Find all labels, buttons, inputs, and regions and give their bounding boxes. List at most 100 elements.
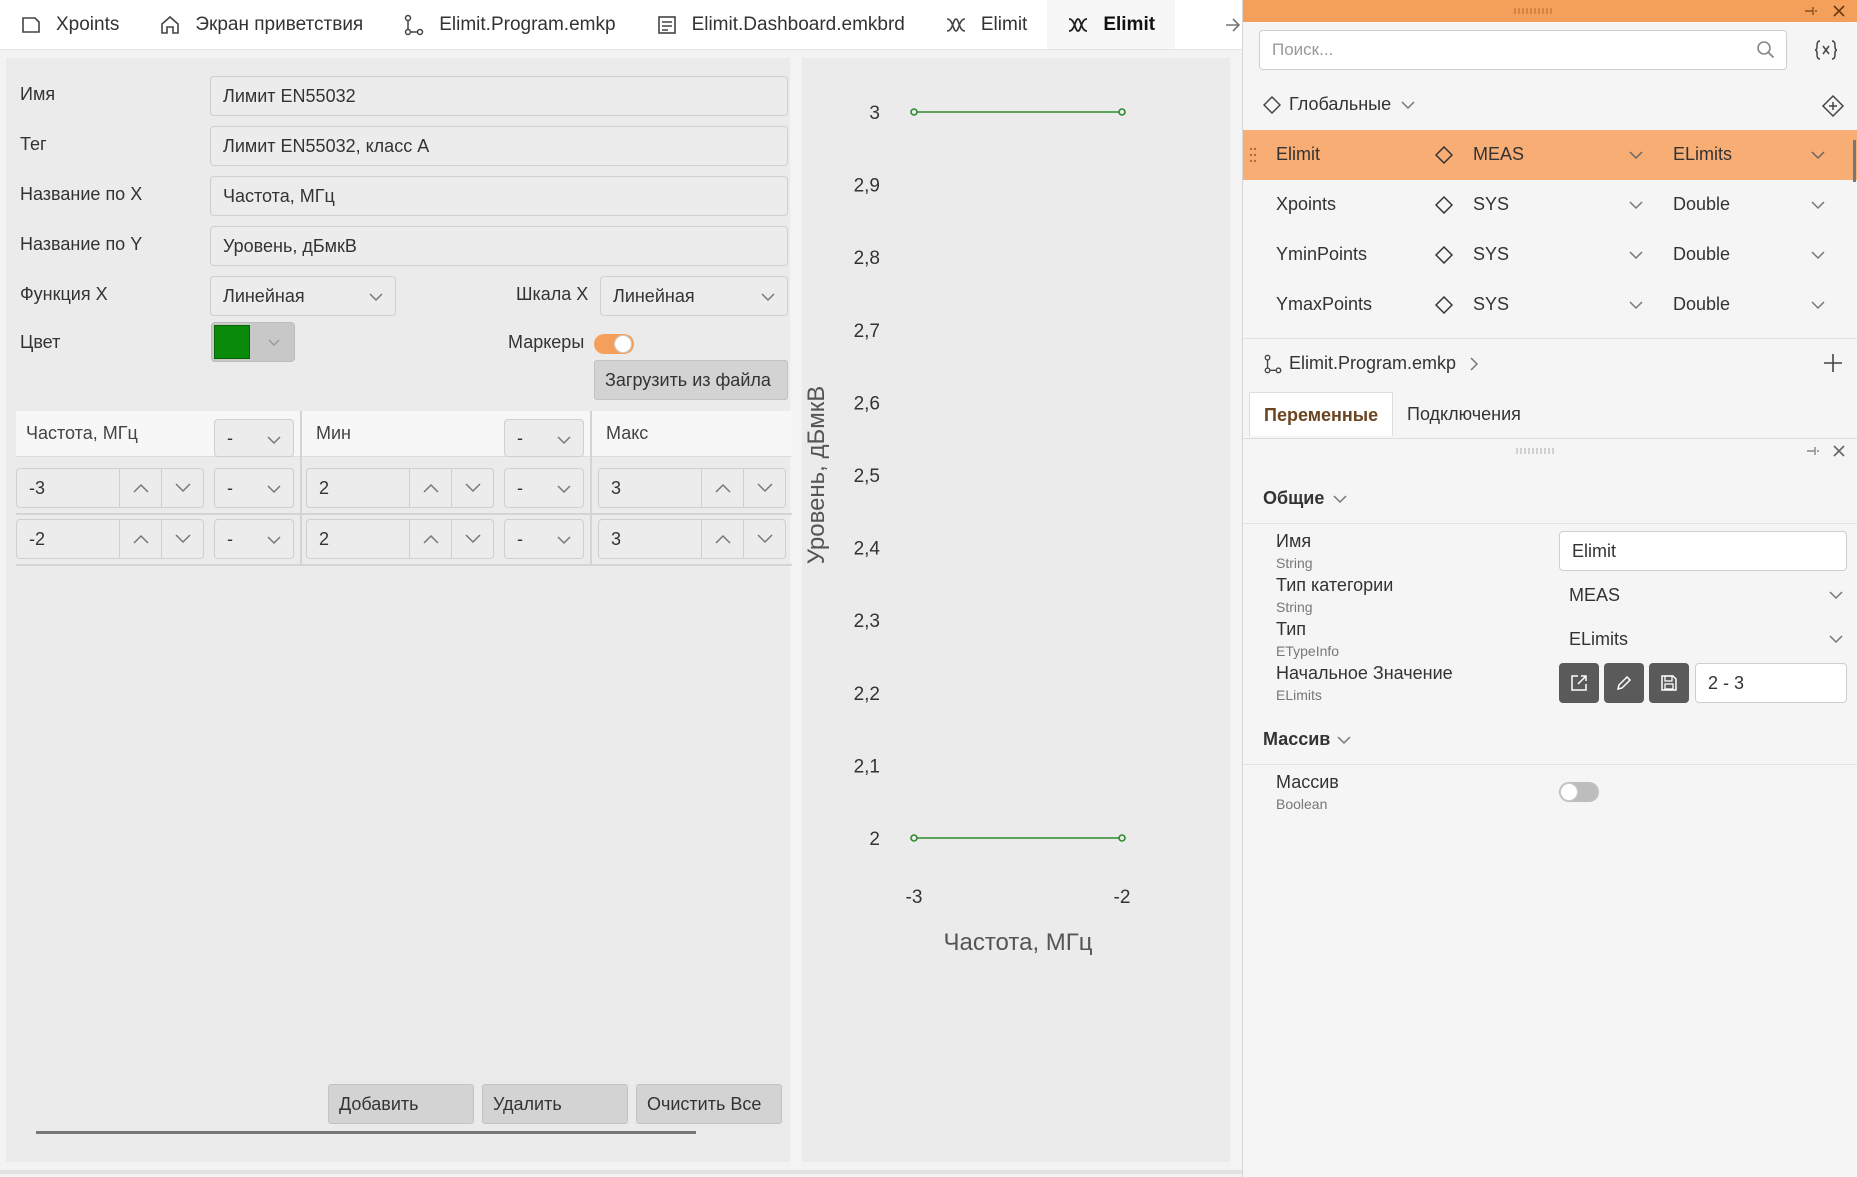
increment-button[interactable] bbox=[409, 520, 451, 558]
scale-x-select[interactable]: Линейная bbox=[600, 276, 788, 316]
drag-handle-icon[interactable] bbox=[1249, 146, 1257, 164]
increment-button[interactable] bbox=[119, 469, 161, 507]
y-tick-label: 2,2 bbox=[854, 684, 880, 705]
row1-max-stepper[interactable]: 3 bbox=[598, 468, 786, 508]
chevron-up-icon bbox=[715, 483, 731, 493]
row2-frequency-unit[interactable]: - bbox=[214, 519, 294, 559]
markers-toggle[interactable] bbox=[594, 334, 634, 354]
prop-category-select[interactable]: MEAS bbox=[1569, 575, 1849, 615]
chevron-down-icon[interactable] bbox=[1809, 247, 1827, 263]
tab-variables[interactable]: Переменные bbox=[1249, 392, 1394, 436]
increment-button[interactable] bbox=[701, 469, 743, 507]
array-toggle[interactable] bbox=[1559, 782, 1599, 802]
chevron-down-icon[interactable] bbox=[1627, 197, 1645, 213]
limit-icon bbox=[1069, 17, 1088, 32]
variable-category[interactable]: SYS bbox=[1473, 194, 1509, 215]
variable-type[interactable]: ELimits bbox=[1673, 144, 1732, 165]
row2-min-stepper[interactable]: 2 bbox=[306, 519, 494, 559]
delete-button[interactable]: Удалить bbox=[482, 1084, 628, 1124]
program-group-header[interactable]: Elimit.Program.emkp bbox=[1243, 338, 1857, 388]
pin-icon[interactable] bbox=[1805, 444, 1819, 458]
variable-row-xpoints[interactable]: Xpoints SYS Double bbox=[1243, 180, 1857, 230]
tab-xpoints[interactable]: Xpoints bbox=[0, 0, 139, 49]
globals-group-header[interactable]: Глобальные bbox=[1243, 80, 1857, 130]
row2-max-stepper[interactable]: 3 bbox=[598, 519, 786, 559]
increment-button[interactable] bbox=[119, 520, 161, 558]
decrement-button[interactable] bbox=[743, 469, 785, 507]
chevron-down-icon[interactable] bbox=[1627, 297, 1645, 313]
increment-button[interactable] bbox=[409, 469, 451, 507]
variable-row-elimit[interactable]: Elimit MEAS ELimits bbox=[1243, 130, 1857, 180]
variable-row-ymaxpoints[interactable]: YmaxPoints SYS Double bbox=[1243, 280, 1857, 330]
variable-type[interactable]: Double bbox=[1673, 294, 1730, 315]
save-button[interactable] bbox=[1649, 663, 1689, 703]
edit-button[interactable] bbox=[1604, 663, 1644, 703]
variable-type[interactable]: Double bbox=[1673, 244, 1730, 265]
chevron-down-icon[interactable] bbox=[1809, 197, 1827, 213]
row1-frequency-unit[interactable]: - bbox=[214, 468, 294, 508]
scale-x-value: Линейная bbox=[613, 286, 695, 306]
list-scrollbar[interactable] bbox=[1853, 140, 1856, 182]
tab-elimit[interactable]: Elimit bbox=[925, 0, 1047, 49]
color-picker[interactable] bbox=[211, 322, 295, 362]
search-input[interactable]: Поиск... bbox=[1259, 30, 1787, 70]
prop-name-input[interactable]: Elimit bbox=[1559, 531, 1847, 571]
decrement-button[interactable] bbox=[161, 520, 203, 558]
prop-type-select[interactable]: ELimits bbox=[1569, 619, 1849, 659]
variable-row-yminpoints[interactable]: YminPoints SYS Double bbox=[1243, 230, 1857, 280]
prop-initial-value-input[interactable]: 2 - 3 bbox=[1695, 663, 1847, 703]
variable-category[interactable]: SYS bbox=[1473, 244, 1509, 265]
tab-scroll-right-icon[interactable] bbox=[1222, 14, 1242, 36]
data-point-marker bbox=[910, 108, 918, 116]
name-input[interactable]: Лимит EN55032 bbox=[210, 76, 788, 116]
y-title-input[interactable]: Уровень, дБмкВ bbox=[210, 226, 788, 266]
drag-grip-icon[interactable] bbox=[1513, 6, 1553, 16]
row1-min-unit[interactable]: - bbox=[504, 468, 584, 508]
frequency-unit-select[interactable]: - bbox=[214, 419, 294, 457]
decrement-button[interactable] bbox=[451, 469, 493, 507]
panel-title-bar[interactable] bbox=[1243, 0, 1857, 22]
close-icon[interactable] bbox=[1831, 3, 1847, 19]
decrement-button[interactable] bbox=[743, 520, 785, 558]
tab-program[interactable]: Elimit.Program.emkp bbox=[383, 0, 635, 49]
open-external-button[interactable] bbox=[1559, 663, 1599, 703]
y-tick-label: 2,5 bbox=[854, 466, 880, 487]
scale-x-label: Шкала X bbox=[516, 284, 589, 304]
section-general-header[interactable]: Общие bbox=[1243, 488, 1857, 524]
load-from-file-button[interactable]: Загрузить из файла bbox=[594, 360, 788, 400]
diamond-icon bbox=[1435, 146, 1453, 164]
decrement-button[interactable] bbox=[161, 469, 203, 507]
add-button[interactable]: Добавить bbox=[328, 1084, 474, 1124]
add-variable-icon[interactable] bbox=[1821, 94, 1845, 118]
variable-category[interactable]: SYS bbox=[1473, 294, 1509, 315]
function-x-select[interactable]: Линейная bbox=[210, 276, 396, 316]
row1-min-stepper[interactable]: 2 bbox=[306, 468, 494, 508]
tab-elimit-active[interactable]: Elimit bbox=[1047, 0, 1176, 49]
tag-input[interactable]: Лимит EN55032, класс A bbox=[210, 126, 788, 166]
horizontal-scrollbar[interactable] bbox=[36, 1131, 696, 1134]
drag-grip-icon[interactable] bbox=[1515, 446, 1555, 456]
color-label: Цвет bbox=[20, 332, 61, 352]
increment-button[interactable] bbox=[701, 520, 743, 558]
chevron-down-icon[interactable] bbox=[1627, 147, 1645, 163]
variable-expression-icon[interactable] bbox=[1813, 38, 1839, 62]
chevron-down-icon[interactable] bbox=[1809, 297, 1827, 313]
row2-frequency-stepper[interactable]: -2 bbox=[16, 519, 204, 559]
close-icon[interactable] bbox=[1831, 443, 1847, 459]
x-title-input[interactable]: Частота, МГц bbox=[210, 176, 788, 216]
section-array-header[interactable]: Массив bbox=[1243, 729, 1857, 765]
min-unit-select[interactable]: - bbox=[504, 419, 584, 457]
variable-category[interactable]: MEAS bbox=[1473, 144, 1524, 165]
add-icon[interactable] bbox=[1821, 351, 1845, 375]
tab-dashboard[interactable]: Elimit.Dashboard.emkbrd bbox=[636, 0, 925, 49]
row2-min-unit[interactable]: - bbox=[504, 519, 584, 559]
clear-all-button[interactable]: Очистить Все bbox=[636, 1084, 782, 1124]
row1-frequency-stepper[interactable]: -3 bbox=[16, 468, 204, 508]
variable-type[interactable]: Double bbox=[1673, 194, 1730, 215]
decrement-button[interactable] bbox=[451, 520, 493, 558]
pin-icon[interactable] bbox=[1803, 4, 1817, 18]
chevron-down-icon[interactable] bbox=[1809, 147, 1827, 163]
tab-welcome[interactable]: Экран приветствия bbox=[139, 0, 383, 49]
tab-connections[interactable]: Подключения bbox=[1393, 392, 1535, 436]
chevron-down-icon[interactable] bbox=[1627, 247, 1645, 263]
